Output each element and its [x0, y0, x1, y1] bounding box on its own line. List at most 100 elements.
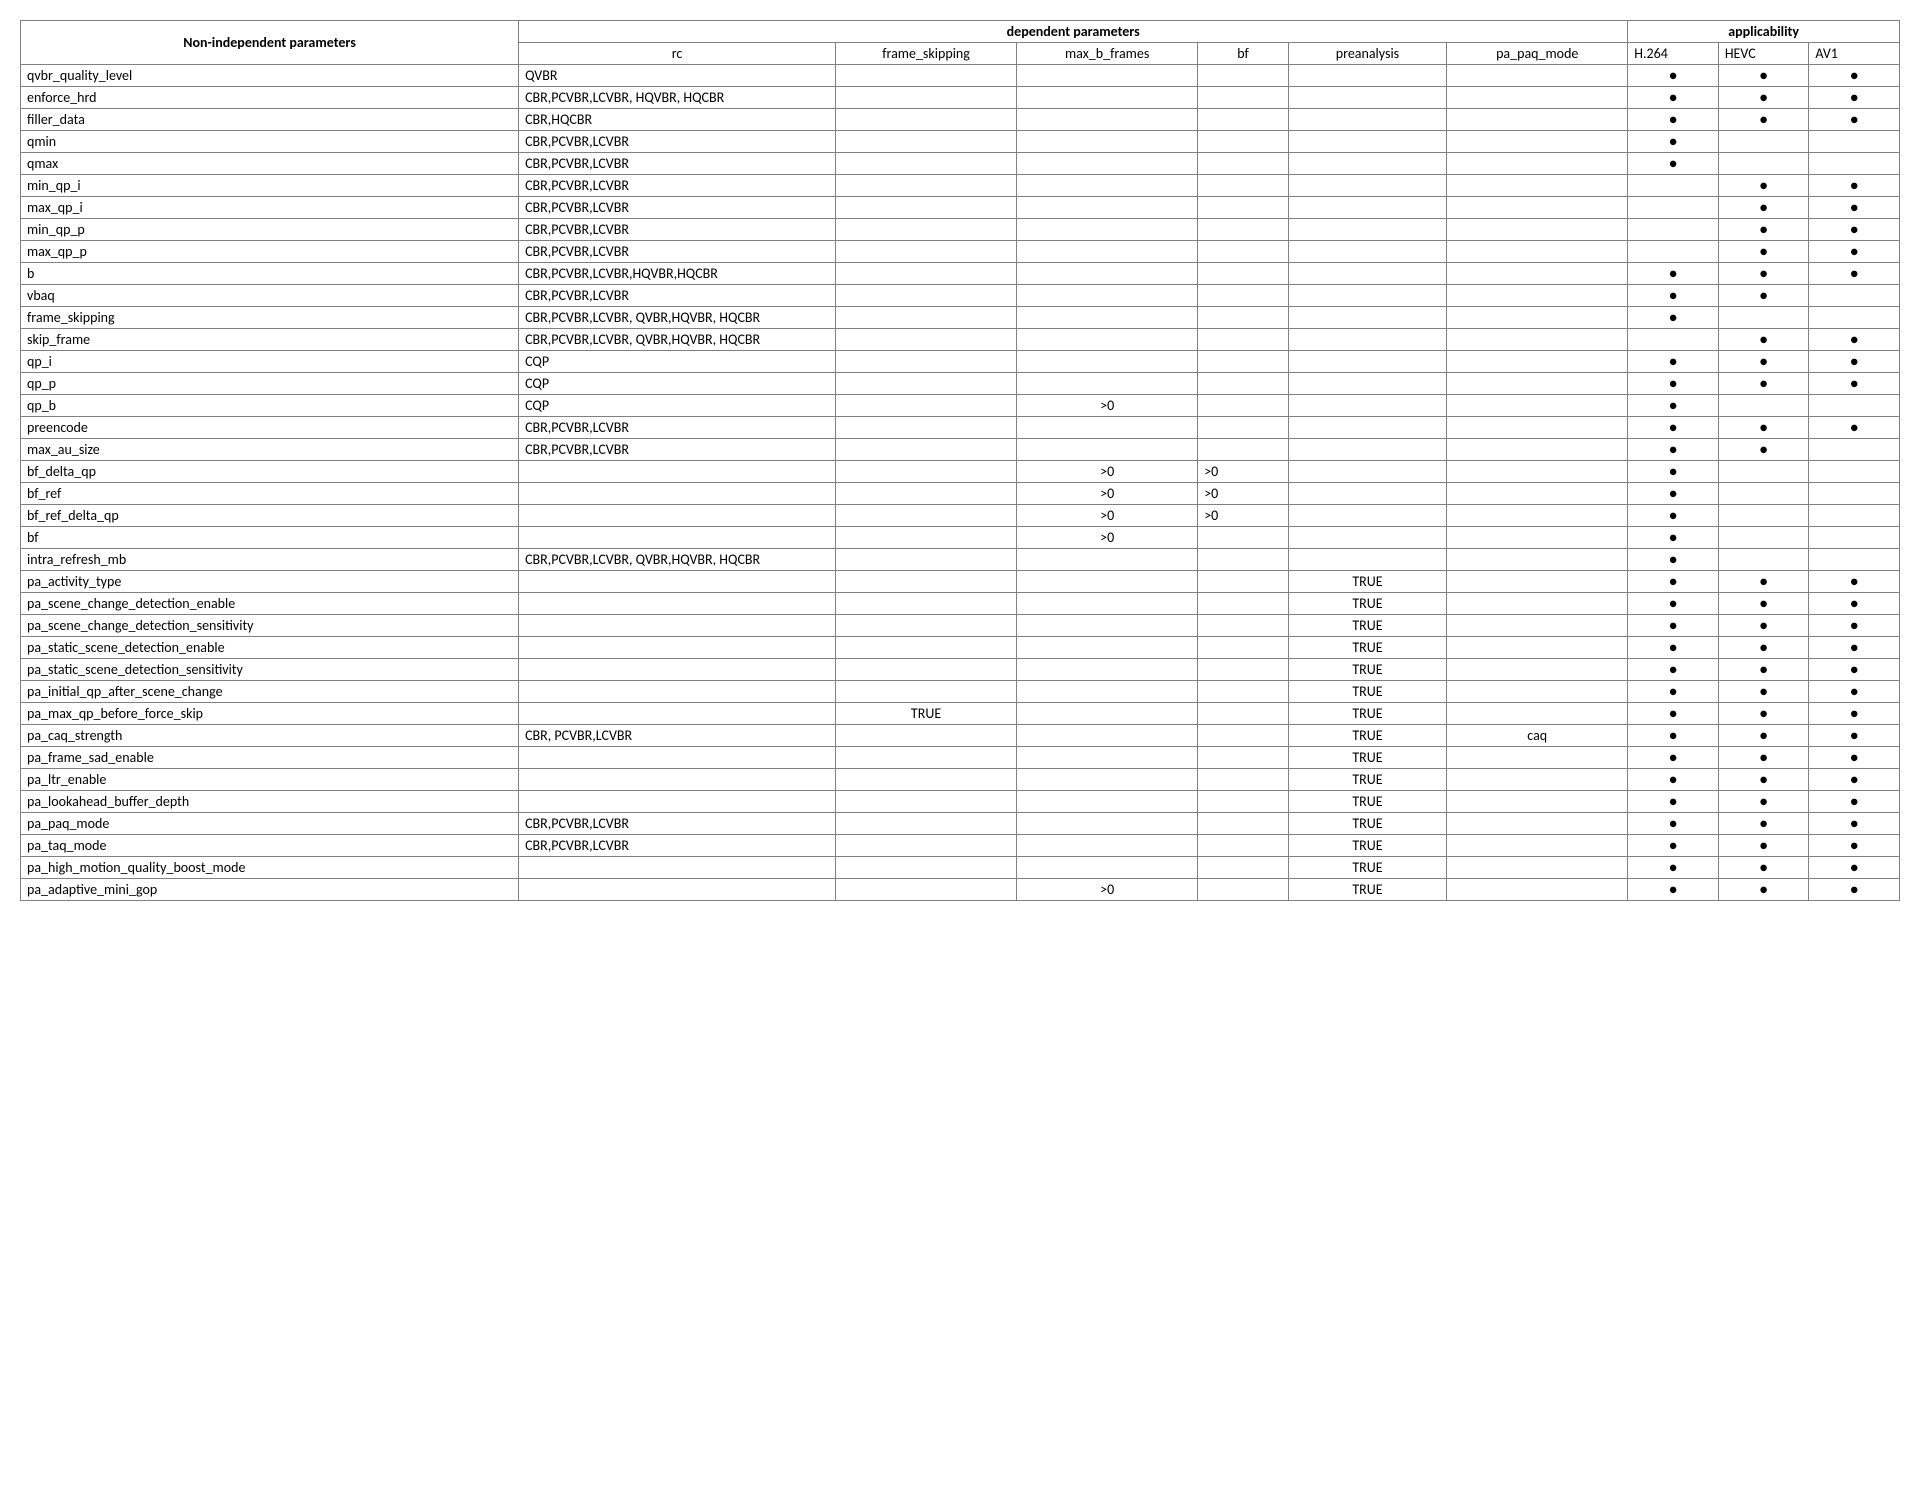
header-bf: bf: [1198, 43, 1289, 65]
cell-h264: [1628, 329, 1719, 351]
cell-pa-paq-mode: [1447, 769, 1628, 791]
cell-av1: ●: [1809, 857, 1900, 879]
table-row: max_qp_pCBR,PCVBR,LCVBR●●: [21, 241, 1900, 263]
cell-frame-skipping: [836, 725, 1017, 747]
cell-frame-skipping: [836, 879, 1017, 901]
cell-av1: [1809, 395, 1900, 417]
table-row: skip_frameCBR,PCVBR,LCVBR, QVBR,HQVBR, H…: [21, 329, 1900, 351]
cell-preanalysis: [1288, 351, 1446, 373]
cell-av1: ●: [1809, 703, 1900, 725]
cell-preanalysis: [1288, 131, 1446, 153]
cell-hevc: ●: [1718, 109, 1809, 131]
cell-h264: ●: [1628, 813, 1719, 835]
table-row: bf>0●: [21, 527, 1900, 549]
cell-hevc: ●: [1718, 571, 1809, 593]
cell-hevc: ●: [1718, 285, 1809, 307]
cell-av1: ●: [1809, 329, 1900, 351]
cell-pa-paq-mode: [1447, 747, 1628, 769]
cell-hevc: ●: [1718, 681, 1809, 703]
cell-param-name: pa_paq_mode: [21, 813, 519, 835]
cell-frame-skipping: [836, 329, 1017, 351]
cell-bf: [1198, 703, 1289, 725]
table-row: preencodeCBR,PCVBR,LCVBR●●●: [21, 417, 1900, 439]
table-row: min_qp_pCBR,PCVBR,LCVBR●●: [21, 219, 1900, 241]
cell-h264: ●: [1628, 747, 1719, 769]
cell-preanalysis: TRUE: [1288, 879, 1446, 901]
cell-h264: ●: [1628, 395, 1719, 417]
cell-pa-paq-mode: [1447, 857, 1628, 879]
cell-hevc: ●: [1718, 593, 1809, 615]
table-row: pa_lookahead_buffer_depthTRUE●●●: [21, 791, 1900, 813]
cell-rc: [519, 857, 836, 879]
cell-av1: [1809, 483, 1900, 505]
cell-h264: ●: [1628, 769, 1719, 791]
cell-h264: ●: [1628, 681, 1719, 703]
cell-hevc: ●: [1718, 351, 1809, 373]
cell-av1: ●: [1809, 725, 1900, 747]
cell-hevc: ●: [1718, 835, 1809, 857]
cell-max-b-frames: [1017, 175, 1198, 197]
cell-frame-skipping: [836, 813, 1017, 835]
cell-av1: ●: [1809, 109, 1900, 131]
cell-preanalysis: [1288, 373, 1446, 395]
cell-param-name: max_qp_p: [21, 241, 519, 263]
cell-hevc: ●: [1718, 659, 1809, 681]
cell-rc: [519, 527, 836, 549]
cell-hevc: ●: [1718, 813, 1809, 835]
cell-bf: [1198, 879, 1289, 901]
cell-pa-paq-mode: [1447, 131, 1628, 153]
cell-max-b-frames: [1017, 681, 1198, 703]
cell-max-b-frames: >0: [1017, 879, 1198, 901]
table-row: qp_iCQP●●●: [21, 351, 1900, 373]
cell-param-name: pa_ltr_enable: [21, 769, 519, 791]
cell-param-name: pa_max_qp_before_force_skip: [21, 703, 519, 725]
cell-h264: ●: [1628, 527, 1719, 549]
cell-h264: ●: [1628, 131, 1719, 153]
cell-hevc: ●: [1718, 703, 1809, 725]
cell-max-b-frames: [1017, 791, 1198, 813]
cell-rc: [519, 571, 836, 593]
cell-param-name: min_qp_p: [21, 219, 519, 241]
cell-preanalysis: TRUE: [1288, 791, 1446, 813]
cell-preanalysis: [1288, 527, 1446, 549]
cell-pa-paq-mode: [1447, 109, 1628, 131]
cell-frame-skipping: [836, 681, 1017, 703]
cell-frame-skipping: [836, 351, 1017, 373]
table-row: bf_ref_delta_qp>0>0●: [21, 505, 1900, 527]
cell-h264: ●: [1628, 461, 1719, 483]
cell-max-b-frames: [1017, 87, 1198, 109]
cell-rc: [519, 791, 836, 813]
cell-preanalysis: TRUE: [1288, 725, 1446, 747]
cell-frame-skipping: TRUE: [836, 703, 1017, 725]
cell-param-name: max_au_size: [21, 439, 519, 461]
cell-h264: [1628, 219, 1719, 241]
cell-hevc: ●: [1718, 175, 1809, 197]
table-row: pa_initial_qp_after_scene_changeTRUE●●●: [21, 681, 1900, 703]
cell-param-name: pa_scene_change_detection_enable: [21, 593, 519, 615]
cell-bf: [1198, 263, 1289, 285]
cell-hevc: [1718, 131, 1809, 153]
cell-pa-paq-mode: [1447, 65, 1628, 87]
table-row: pa_scene_change_detection_enableTRUE●●●: [21, 593, 1900, 615]
cell-hevc: ●: [1718, 373, 1809, 395]
cell-max-b-frames: [1017, 571, 1198, 593]
cell-rc: [519, 747, 836, 769]
cell-param-name: pa_activity_type: [21, 571, 519, 593]
cell-param-name: pa_static_scene_detection_enable: [21, 637, 519, 659]
cell-frame-skipping: [836, 109, 1017, 131]
cell-bf: [1198, 769, 1289, 791]
cell-h264: ●: [1628, 725, 1719, 747]
cell-max-b-frames: [1017, 703, 1198, 725]
cell-hevc: ●: [1718, 747, 1809, 769]
header-max-b-frames: max_b_frames: [1017, 43, 1198, 65]
cell-bf: >0: [1198, 461, 1289, 483]
header-nonind: Non-independent parameters: [21, 21, 519, 65]
cell-av1: ●: [1809, 681, 1900, 703]
table-row: pa_static_scene_detection_sensitivityTRU…: [21, 659, 1900, 681]
cell-av1: ●: [1809, 593, 1900, 615]
cell-max-b-frames: [1017, 659, 1198, 681]
parameters-table: Non-independent parameters dependent par…: [20, 20, 1900, 901]
cell-h264: ●: [1628, 439, 1719, 461]
cell-bf: >0: [1198, 505, 1289, 527]
cell-pa-paq-mode: [1447, 87, 1628, 109]
